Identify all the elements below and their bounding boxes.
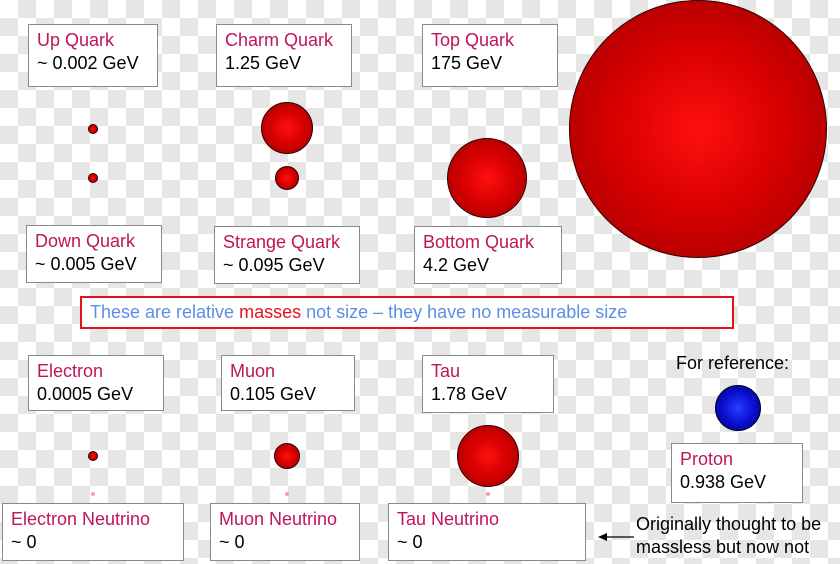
- strange-quark-sphere: [275, 166, 299, 190]
- particle-name: Down Quark: [35, 231, 136, 251]
- electron-label: Electron 0.0005 GeV: [28, 355, 164, 411]
- particle-name: Electron Neutrino: [11, 509, 151, 529]
- particle-mass: ~ 0.002 GeV: [37, 53, 139, 73]
- down-quark-sphere: [88, 173, 98, 183]
- tau-label: Tau 1.78 GeV: [422, 355, 554, 413]
- neutrino-note-line1: Originally thought to be: [636, 514, 822, 534]
- note-text-end: not size – they have no measurable size: [301, 302, 628, 322]
- muon-neutrino-dot: [285, 492, 289, 496]
- particle-mass: 175 GeV: [431, 53, 503, 73]
- left-arrow-icon: [598, 533, 634, 541]
- particle-name: Tau: [431, 361, 461, 381]
- particle-name: Proton: [680, 449, 734, 469]
- muon-sphere: [274, 443, 300, 469]
- proton-label: Proton 0.938 GeV: [671, 443, 803, 503]
- neutrino-note-line2: massless but now not: [636, 537, 810, 557]
- top-quark-sphere: [569, 0, 827, 258]
- particle-name: Electron: [37, 361, 104, 381]
- particle-name: Bottom Quark: [423, 232, 535, 252]
- electron-neutrino-dot: [91, 492, 95, 496]
- strange-quark-label: Strange Quark ~ 0.095 GeV: [214, 226, 360, 284]
- particle-name: Up Quark: [37, 30, 115, 50]
- tau-sphere: [457, 425, 519, 487]
- reference-heading: For reference:: [676, 353, 790, 373]
- particle-mass: 4.2 GeV: [423, 255, 490, 275]
- up-quark-sphere: [88, 124, 98, 134]
- muon-label: Muon 0.105 GeV: [221, 355, 355, 411]
- up-quark-label: Up Quark ~ 0.002 GeV: [28, 24, 158, 87]
- particle-name: Charm Quark: [225, 30, 334, 50]
- note-text-highlight: masses: [239, 302, 302, 322]
- particle-name: Top Quark: [431, 30, 515, 50]
- electron-neutrino-label: Electron Neutrino ~ 0: [2, 503, 184, 561]
- muon-neutrino-label: Muon Neutrino ~ 0: [210, 503, 360, 561]
- top-quark-label: Top Quark 175 GeV: [422, 24, 558, 87]
- tau-neutrino-label: Tau Neutrino ~ 0: [388, 503, 586, 561]
- particle-mass: 0.0005 GeV: [37, 384, 134, 404]
- bottom-quark-sphere: [447, 138, 527, 218]
- particle-name: Muon: [230, 361, 276, 381]
- particle-name: Muon Neutrino: [219, 509, 338, 529]
- particle-name: Strange Quark: [223, 232, 341, 252]
- bottom-quark-label: Bottom Quark 4.2 GeV: [414, 226, 562, 284]
- proton-sphere: [715, 385, 761, 431]
- electron-sphere: [88, 451, 98, 461]
- tau-neutrino-dot: [486, 492, 490, 496]
- relative-mass-note: These are relative masses not size – the…: [80, 296, 734, 329]
- particle-mass: 0.938 GeV: [680, 472, 767, 492]
- particle-mass: ~ 0: [397, 532, 423, 552]
- particle-mass: ~ 0: [219, 532, 245, 552]
- particle-mass: ~ 0.005 GeV: [35, 254, 137, 274]
- charm-quark-label: Charm Quark 1.25 GeV: [216, 24, 352, 87]
- particle-mass: 0.105 GeV: [230, 384, 317, 404]
- charm-quark-sphere: [261, 102, 313, 154]
- particle-mass: 1.78 GeV: [431, 384, 508, 404]
- down-quark-label: Down Quark ~ 0.005 GeV: [26, 225, 162, 283]
- note-text-start: These are relative: [90, 302, 240, 322]
- particle-mass: ~ 0: [11, 532, 37, 552]
- particle-name: Tau Neutrino: [397, 509, 500, 529]
- particle-mass: 1.25 GeV: [225, 53, 302, 73]
- particle-mass: ~ 0.095 GeV: [223, 255, 325, 275]
